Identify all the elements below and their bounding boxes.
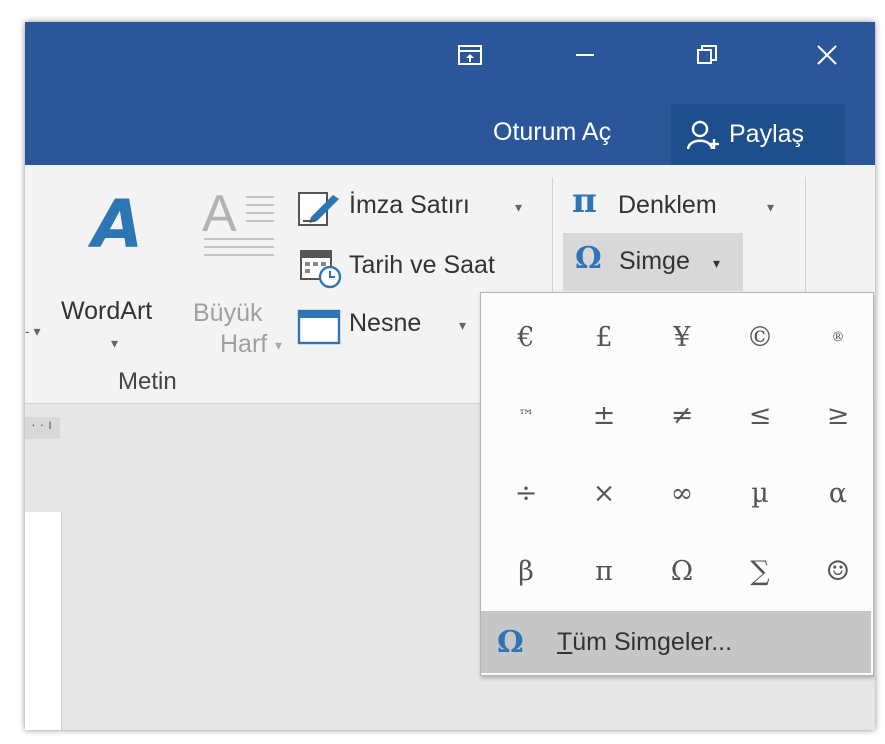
dropcap-icon: A [202,189,274,256]
symbol-cell[interactable]: ∑ [721,531,799,611]
symbol-cell[interactable]: × [565,453,643,533]
symbol-cell[interactable]: µ [721,453,799,533]
object-dropdown-arrow[interactable]: ▾ [459,317,466,334]
symbol-cell[interactable]: ∞ [643,453,721,533]
dropcap-button[interactable]: A Büyük Harf ▾ [190,185,285,358]
symbol-dropdown-arrow: ▾ [713,255,721,271]
wordart-icon: A [87,189,143,255]
word-window: Oturum Aç Paylaş - ▾ A WordArt ▾ A Büyük… [25,22,875,730]
signature-line-button[interactable]: İmza Satırı ▾ [297,185,537,233]
title-bar: Oturum Aç Paylaş [25,22,875,165]
wordart-dropdown-arrow: ▾ [111,335,119,351]
date-time-label: Tarih ve Saat [349,251,495,279]
symbol-cell[interactable]: ☺ [799,531,875,611]
prev-group-dropdown-arrow[interactable]: - ▾ [25,323,41,340]
equation-label: Denklem [618,191,717,219]
minimize-icon [576,53,594,56]
symbol-cell[interactable]: ÷ [487,453,565,533]
more-symbols-label: Tüm Simgeler... [557,627,733,656]
symbol-cell[interactable]: ™ [487,375,565,455]
symbol-button[interactable]: Ω Simge ▾ [563,233,743,291]
omega-icon: Ω [575,241,602,276]
sign-in-link[interactable]: Oturum Aç [493,118,611,147]
symbol-label: Simge [619,247,690,275]
symbol-cell[interactable]: α [799,453,875,533]
object-window-icon [297,309,341,345]
symbol-cell[interactable]: € [487,297,565,377]
dropcap-label-line2: Harf [220,330,268,358]
svg-text:A: A [87,189,143,255]
pi-icon: π [572,181,597,221]
signature-icon [298,192,339,226]
symbol-cell[interactable]: ≤ [721,375,799,455]
close-icon [817,44,837,65]
equation-dropdown-arrow[interactable]: ▾ [767,199,774,216]
wordart-button[interactable]: A WordArt ▾ [53,185,183,351]
symbol-cell[interactable]: π [565,531,643,611]
ribbon-display-icon [458,44,482,65]
restore-button[interactable] [657,22,757,87]
ribbon-display-options-button[interactable] [420,22,520,87]
group-label-text: Metin [118,368,177,395]
signature-dropdown-arrow[interactable]: ▾ [515,199,522,216]
object-label: Nesne [349,309,422,337]
share-person-icon [687,120,719,149]
calendar-clock-icon [300,250,342,289]
more-symbols-item[interactable]: Ω Tüm Simgeler... [481,611,871,673]
minimize-button[interactable] [535,22,635,87]
symbol-dropdown: € £ ¥ © ® ™ ± ≠ ≤ ≥ ÷ × ∞ µ α β π Ω ∑ ☺ Ω Tüm Simgeler... [480,292,874,676]
symbol-cell[interactable]: ¥ [643,297,721,377]
symbol-cell[interactable]: © [721,297,799,377]
wordart-label: WordArt [61,297,153,325]
symbol-cell[interactable]: ≠ [643,375,721,455]
share-button[interactable]: Paylaş [671,104,845,165]
dropcap-dropdown-arrow: ▾ [275,337,283,353]
symbol-cell[interactable]: £ [565,297,643,377]
symbol-cell[interactable]: ® [799,297,875,377]
symbol-cell[interactable]: Ω [643,531,721,611]
object-button[interactable]: Nesne ▾ [297,303,482,351]
share-label: Paylaş [729,120,805,148]
restore-icon [697,44,717,64]
omega-icon: Ω [497,624,524,660]
svg-text:A: A [202,189,237,243]
equation-button[interactable]: π Denklem ▾ [570,181,790,231]
ruler: · · ı [25,416,60,439]
signature-line-label: İmza Satırı [349,191,470,219]
symbol-cell[interactable]: β [487,531,565,611]
dropcap-label-line1: Büyük [193,299,263,327]
symbol-cell[interactable]: ≥ [799,375,875,455]
document-page[interactable] [25,512,62,730]
symbol-cell[interactable]: ± [565,375,643,455]
close-button[interactable] [777,22,875,87]
date-time-button[interactable]: Tarih ve Saat [297,243,537,291]
